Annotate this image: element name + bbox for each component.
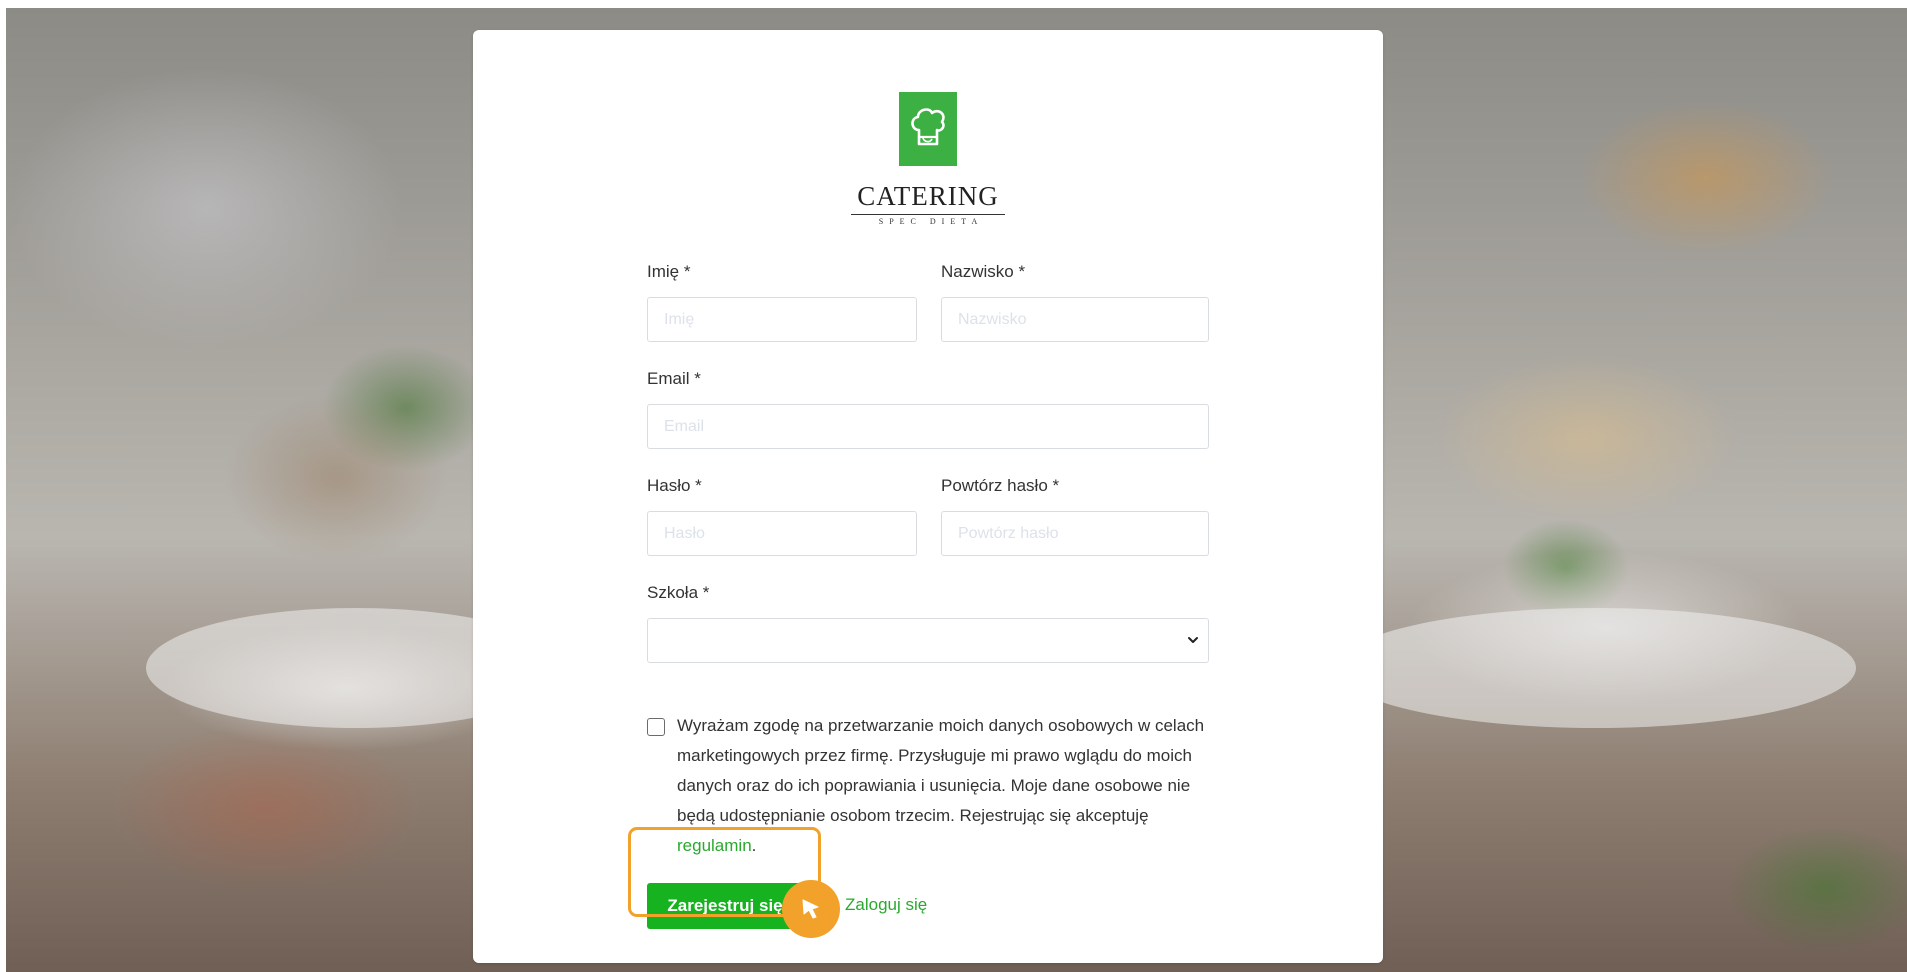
school-label: Szkoła * bbox=[647, 583, 710, 602]
logo-badge bbox=[899, 92, 957, 166]
password-repeat-input[interactable] bbox=[941, 511, 1209, 556]
brand-logo: CATERING SPEC DIETA bbox=[473, 92, 1383, 229]
chef-hat-icon bbox=[911, 108, 945, 146]
brand-name: CATERING bbox=[857, 181, 999, 211]
email-input[interactable] bbox=[647, 404, 1209, 449]
login-link[interactable]: Zaloguj się bbox=[845, 895, 927, 915]
cursor-badge bbox=[782, 880, 840, 938]
last-name-input[interactable] bbox=[941, 297, 1209, 342]
first-name-label: Imię * bbox=[647, 262, 691, 281]
email-label: Email * bbox=[647, 369, 701, 388]
consent-checkbox[interactable] bbox=[647, 718, 665, 736]
consent-body: Wyrażam zgodę na przetwarzanie moich dan… bbox=[677, 716, 1205, 825]
password-label: Hasło * bbox=[647, 476, 702, 495]
pointer-cursor-icon bbox=[802, 899, 819, 919]
brand-tagline: SPEC DIETA bbox=[851, 214, 1005, 226]
school-select[interactable] bbox=[647, 618, 1209, 663]
registration-card: CATERING SPEC DIETA Imię * Nazwisko * Em… bbox=[473, 30, 1383, 963]
first-name-input[interactable] bbox=[647, 297, 917, 342]
password-input[interactable] bbox=[647, 511, 917, 556]
last-name-label: Nazwisko * bbox=[941, 262, 1026, 281]
chevron-down-icon bbox=[1186, 633, 1200, 652]
password-repeat-label: Powtórz hasło * bbox=[941, 476, 1060, 495]
background-plate-right bbox=[1336, 608, 1856, 728]
